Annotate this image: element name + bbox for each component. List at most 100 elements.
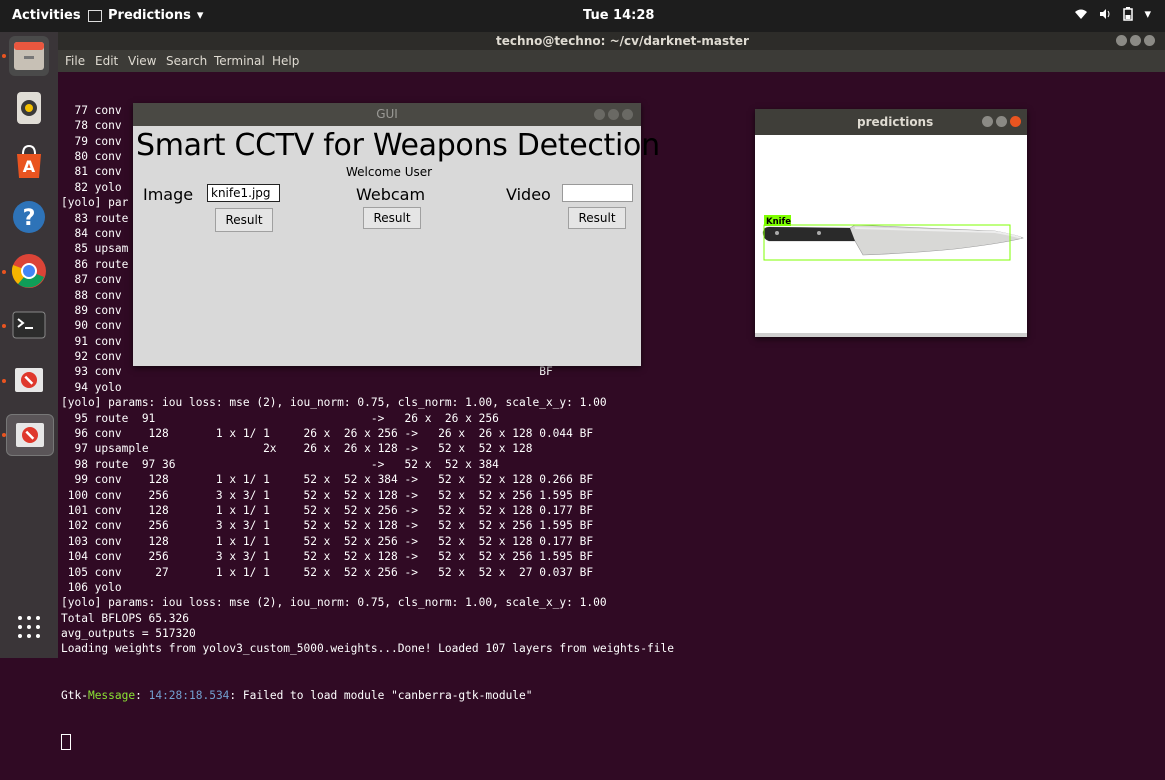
clock[interactable]: Tue 14:28	[583, 8, 654, 23]
maximize-button[interactable]	[996, 116, 1007, 127]
terminal-line: 97 upsample 2x 26 x 26 x 128 -> 52 x 52 …	[61, 442, 533, 456]
app-menu[interactable]: Predictions ▾	[88, 8, 203, 23]
video-result-button[interactable]: Result	[568, 207, 626, 229]
terminal-line: 106 yolo	[61, 580, 122, 594]
menu-edit[interactable]: Edit	[95, 54, 118, 68]
svg-text:A: A	[23, 157, 36, 176]
show-applications-icon[interactable]	[9, 606, 49, 646]
terminal-line: 103 conv 128 1 x 1/ 1 52 x 52 x 256 -> 5…	[61, 534, 594, 548]
question-icon: ?	[13, 201, 45, 233]
terminal-titlebar[interactable]: techno@techno: ~/cv/darknet-master	[58, 32, 1165, 50]
terminal-line: 101 conv 128 1 x 1/ 1 52 x 52 x 256 -> 5…	[61, 503, 594, 517]
terminal-icon[interactable]	[9, 305, 49, 345]
chevron-down-icon: ▾	[196, 8, 204, 23]
gtk-message-line: Gtk-Message: 14:28:18.534: Failed to loa…	[61, 688, 1161, 703]
gui-window: GUI Smart CCTV for Weapons Detection Wel…	[133, 103, 660, 366]
terminal-line: 96 conv 128 1 x 1/ 1 26 x 26 x 256 -> 26…	[61, 427, 594, 441]
prompt-line	[61, 733, 1161, 750]
no-entry-icon	[16, 423, 44, 447]
video-input[interactable]	[562, 184, 633, 202]
prediction-image: Knife	[755, 135, 1027, 333]
image-input[interactable]	[207, 184, 280, 202]
help-icon[interactable]: ?	[9, 197, 49, 237]
terminal-line: 104 conv 256 3 x 3/ 1 52 x 52 x 128 -> 5…	[61, 550, 594, 564]
terminal-line: avg_outputs = 517320	[61, 627, 196, 641]
no-entry-icon	[15, 368, 43, 392]
dock: A ?	[0, 32, 58, 658]
video-label: Video	[506, 185, 551, 204]
webcam-label: Webcam	[356, 185, 426, 204]
browser-icon	[11, 254, 46, 288]
terminal-prompt-icon	[12, 311, 46, 339]
volume-icon	[1100, 9, 1110, 19]
battery-icon	[1123, 7, 1134, 21]
gtk-message-label: Message	[87, 688, 136, 702]
terminal-line: 100 conv 256 3 x 3/ 1 52 x 52 x 128 -> 5…	[61, 488, 594, 502]
wifi-icon	[1075, 9, 1088, 19]
terminal-title: techno@techno: ~/cv/darknet-master	[496, 34, 749, 48]
terminal-line: [yolo] params: iou loss: mse (2), iou_no…	[61, 596, 607, 610]
maximize-button[interactable]	[608, 109, 619, 120]
minimize-button[interactable]	[594, 109, 605, 120]
terminal-line: 98 route 97 36 -> 52 x 52 x 384	[61, 457, 499, 471]
menu-search[interactable]: Search	[166, 54, 207, 68]
activities-button[interactable]: Activities	[12, 8, 81, 23]
top-bar: Activities Predictions ▾ Tue 14:28 ▾	[0, 0, 1165, 32]
app-window-icon[interactable]	[9, 360, 49, 400]
close-button[interactable]	[1010, 116, 1021, 127]
terminal-line: Loading weights from yolov3_custom_5000.…	[61, 642, 674, 656]
software-center-icon[interactable]: A	[9, 142, 49, 182]
terminal-line: Total BFLOPS 65.326	[61, 611, 189, 625]
welcome-text: Welcome User	[346, 165, 433, 179]
detection-label: Knife	[766, 217, 791, 227]
menu-terminal[interactable]: Terminal	[214, 54, 265, 68]
minimize-button[interactable]	[982, 116, 993, 127]
terminal-line: 95 route 91 -> 26 x 26 x 256	[61, 411, 499, 425]
menu-view[interactable]: View	[128, 54, 156, 68]
svg-text:?: ?	[23, 206, 36, 231]
gtk-prefix: Gtk-	[61, 688, 88, 702]
running-indicator	[2, 324, 6, 328]
terminal-line: 93 conv BF	[61, 365, 553, 379]
gui-heading: Smart CCTV for Weapons Detection	[136, 128, 660, 163]
system-tray[interactable]: ▾	[1074, 7, 1151, 22]
predictions-title: predictions	[857, 115, 934, 129]
minimize-button[interactable]	[1116, 35, 1127, 46]
files-icon[interactable]	[9, 36, 49, 76]
close-button[interactable]	[622, 109, 633, 120]
close-button[interactable]	[1144, 35, 1155, 46]
predictions-window: predictions Knife	[755, 109, 1027, 337]
chrome-icon[interactable]	[9, 251, 49, 291]
window-icon	[88, 9, 102, 22]
menu-file[interactable]: File	[65, 54, 85, 68]
terminal-line: 105 conv 27 1 x 1/ 1 52 x 52 x 256 -> 52…	[61, 565, 594, 579]
gui-titlebar[interactable]: GUI	[133, 103, 641, 126]
running-indicator	[2, 54, 6, 58]
gtk-time: 14:28:18.534	[148, 688, 230, 702]
gtk-message-text: : Failed to load module "canberra-gtk-mo…	[229, 688, 533, 702]
grid-icon	[18, 616, 40, 638]
speaker-icon	[17, 92, 41, 124]
menu-help[interactable]: Help	[272, 54, 299, 68]
terminal-menubar: File Edit View Search Terminal Help	[58, 50, 1165, 72]
maximize-button[interactable]	[1130, 35, 1141, 46]
image-label: Image	[143, 185, 194, 204]
shopping-bag-icon: A	[17, 144, 41, 178]
terminal-cursor	[61, 733, 71, 750]
running-indicator	[2, 379, 6, 383]
terminal-line: 102 conv 256 3 x 3/ 1 52 x 52 x 128 -> 5…	[61, 519, 594, 533]
gui-title: GUI	[376, 107, 398, 121]
gtk-colon: :	[135, 688, 149, 702]
knife-image: Knife	[762, 215, 1024, 261]
webcam-result-button[interactable]: Result	[363, 207, 421, 229]
predictions-titlebar[interactable]: predictions	[755, 109, 1027, 135]
terminal-line: 99 conv 128 1 x 1/ 1 52 x 52 x 384 -> 52…	[61, 473, 594, 487]
terminal-line: [yolo] params: iou loss: mse (2), iou_no…	[61, 396, 607, 410]
terminal-line: 94 yolo	[61, 380, 122, 394]
rhythmbox-icon[interactable]	[9, 88, 49, 128]
chevron-down-icon: ▾	[1144, 7, 1151, 22]
app-menu-label: Predictions	[108, 8, 191, 23]
running-indicator	[2, 270, 6, 274]
image-result-button[interactable]: Result	[215, 208, 273, 232]
app-window-icon-active[interactable]	[6, 414, 54, 456]
